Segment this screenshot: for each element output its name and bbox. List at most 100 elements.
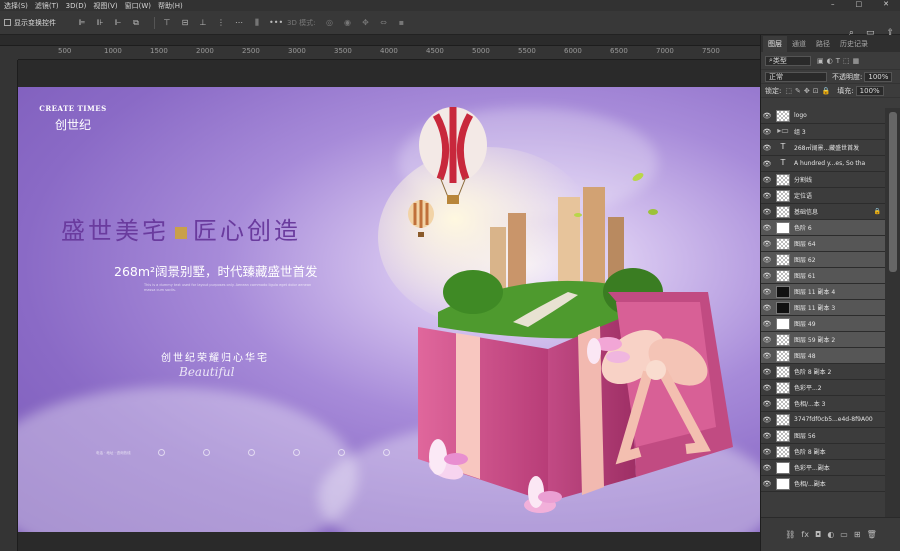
folder-icon[interactable]: ▭ xyxy=(840,530,848,539)
eye-icon[interactable]: 👁 xyxy=(761,128,773,136)
lock-icons[interactable]: ⬚✎✥⊡🔒 xyxy=(785,87,833,95)
fx-icon[interactable]: fx xyxy=(801,530,809,539)
mask-icon[interactable]: ◘ xyxy=(815,530,821,539)
layer-row[interactable]: 👁 图层 59 副本 2 xyxy=(761,332,885,348)
pan-3d-icon[interactable]: ✥ xyxy=(359,18,371,28)
new-layer-icon[interactable]: ⊞ xyxy=(854,530,861,539)
layer-row[interactable]: 👁 图层 11 副本 4 xyxy=(761,284,885,300)
link-icon[interactable]: ⛓ xyxy=(785,530,795,539)
layer-row[interactable]: 👁 ▸▭ 组 3 xyxy=(761,124,885,140)
eye-icon[interactable]: 👁 xyxy=(761,432,773,440)
layer-row[interactable]: 👁 T A hundred y...es, So tha xyxy=(761,156,885,172)
layer-row[interactable]: 👁 色彩平...2 xyxy=(761,380,885,396)
opacity-input[interactable]: 100% xyxy=(864,71,893,82)
menu-help[interactable]: 帮助(H) xyxy=(158,1,183,11)
close-icon[interactable]: ✕ xyxy=(883,0,889,8)
canvas-area[interactable]: CREATE TIMES 创世纪 盛世美宅 匠心创造 268m²阔景别墅，时代臻藏… xyxy=(18,60,760,551)
layer-row[interactable]: 👁 图层 56 xyxy=(761,428,885,444)
spacing-icon[interactable]: ⫼ xyxy=(251,18,263,28)
layer-row[interactable]: 👁 定位语 xyxy=(761,188,885,204)
adjustment-icon[interactable]: ◐ xyxy=(827,530,834,539)
distribute-h-icon[interactable]: ⋯ xyxy=(233,18,245,28)
show-transform-checkbox[interactable] xyxy=(4,19,11,26)
scale-3d-icon[interactable]: ▪ xyxy=(395,18,407,28)
layer-row[interactable]: 👁 色相/...副本 xyxy=(761,476,885,492)
eye-icon[interactable]: 👁 xyxy=(761,464,773,472)
layer-row[interactable]: 👁 色阶 8 副本 xyxy=(761,444,885,460)
align-bottom-icon[interactable]: ⊥ xyxy=(197,18,209,28)
eye-icon[interactable]: 👁 xyxy=(761,272,773,280)
layer-row[interactable]: 👁 图层 61 xyxy=(761,268,885,284)
eye-icon[interactable]: 👁 xyxy=(761,160,773,168)
scrollbar-thumb[interactable] xyxy=(889,112,897,272)
minimize-icon[interactable]: – xyxy=(831,0,835,8)
eye-icon[interactable]: 👁 xyxy=(761,336,773,344)
slide-3d-icon[interactable]: ⇔ xyxy=(377,18,389,28)
layer-scrollbar[interactable] xyxy=(885,108,900,517)
layer-row[interactable]: 👁 基础信息 🔒 xyxy=(761,204,885,220)
layer-row[interactable]: 👁 3747fdf0cb5...e4d-8f9A00 xyxy=(761,412,885,428)
distribute-icon[interactable]: ⧉ xyxy=(130,18,142,28)
layer-row[interactable]: 👁 分割线 xyxy=(761,172,885,188)
tab-channels[interactable]: 通道 xyxy=(787,36,811,52)
eye-icon[interactable]: 👁 xyxy=(761,368,773,376)
layer-row[interactable]: 👁 图层 64 xyxy=(761,236,885,252)
align-middle-icon[interactable]: ⊟ xyxy=(179,18,191,28)
orbit-3d-icon[interactable]: ◎ xyxy=(323,18,335,28)
eye-icon[interactable]: 👁 xyxy=(761,256,773,264)
eye-icon[interactable]: 👁 xyxy=(761,240,773,248)
roll-3d-icon[interactable]: ◉ xyxy=(341,18,353,28)
align-left-icon[interactable]: ⊫ xyxy=(76,18,88,28)
layer-row[interactable]: 👁 色阶 6 xyxy=(761,220,885,236)
menu-3d[interactable]: 3D(D) xyxy=(66,2,87,10)
menu-window[interactable]: 窗口(W) xyxy=(125,1,151,11)
blend-mode-select[interactable]: 正常 xyxy=(765,71,827,82)
layer-row[interactable]: 👁 图层 62 xyxy=(761,252,885,268)
menu-view[interactable]: 视图(V) xyxy=(93,1,117,11)
eye-icon[interactable]: 👁 xyxy=(761,224,773,232)
layer-row[interactable]: 👁 图层 48 xyxy=(761,348,885,364)
eye-icon[interactable]: 👁 xyxy=(761,320,773,328)
distribute-v-icon[interactable]: ⋮ xyxy=(215,18,227,28)
fill-input[interactable]: 100% xyxy=(855,85,884,96)
layer-row[interactable]: 👁 色彩平...副本 xyxy=(761,460,885,476)
eye-icon[interactable]: 👁 xyxy=(761,192,773,200)
layer-row[interactable]: 👁 色阶 8 副本 2 xyxy=(761,364,885,380)
align-right-icon[interactable]: ⊩ xyxy=(112,18,124,28)
align-center-icon[interactable]: ⊪ xyxy=(94,18,106,28)
layer-row[interactable]: 👁 图层 11 副本 3 xyxy=(761,300,885,316)
menu-select[interactable]: 选择(S) xyxy=(4,1,28,11)
trash-icon[interactable]: 🗑 xyxy=(867,530,877,539)
eye-icon[interactable]: 👁 xyxy=(761,112,773,120)
eye-icon[interactable]: 👁 xyxy=(761,144,773,152)
poster-artboard[interactable]: CREATE TIMES 创世纪 盛世美宅 匠心创造 268m²阔景别墅，时代臻藏… xyxy=(18,87,760,532)
eye-icon[interactable]: 👁 xyxy=(761,400,773,408)
layer-thumbnail xyxy=(776,477,790,490)
cloud-shape xyxy=(18,387,358,532)
more-icon[interactable]: ••• xyxy=(269,18,283,28)
eye-icon[interactable]: 👁 xyxy=(761,384,773,392)
eye-icon[interactable]: 👁 xyxy=(761,288,773,296)
tab-history[interactable]: 历史记录 xyxy=(835,36,873,52)
eye-icon[interactable]: 👁 xyxy=(761,176,773,184)
tab-paths[interactable]: 路径 xyxy=(811,36,835,52)
layer-row[interactable]: 👁 T 268㎡阔景...藏盛世首发 xyxy=(761,140,885,156)
tab-layers[interactable]: 图层 xyxy=(763,36,787,52)
subline: 268m²阔景别墅，时代臻藏盛世首发 xyxy=(114,264,318,279)
logo-english: CREATE TIMES xyxy=(39,104,107,113)
layer-row[interactable]: 👁 色相/...本 3 xyxy=(761,396,885,412)
eye-icon[interactable]: 👁 xyxy=(761,304,773,312)
eye-icon[interactable]: 👁 xyxy=(761,352,773,360)
vertical-ruler xyxy=(0,60,18,551)
eye-icon[interactable]: 👁 xyxy=(761,448,773,456)
maximize-icon[interactable]: □ xyxy=(856,0,863,8)
eye-icon[interactable]: 👁 xyxy=(761,480,773,488)
menu-filter[interactable]: 滤镜(T) xyxy=(35,1,59,11)
layer-row[interactable]: 👁 logo xyxy=(761,108,885,124)
layer-thumbnail xyxy=(776,221,790,234)
layer-filter-select[interactable]: ⌕ 类型 xyxy=(765,55,811,66)
eye-icon[interactable]: 👁 xyxy=(761,416,773,424)
eye-icon[interactable]: 👁 xyxy=(761,208,773,216)
align-top-icon[interactable]: ⊤ xyxy=(161,18,173,28)
layer-row[interactable]: 👁 图层 49 xyxy=(761,316,885,332)
